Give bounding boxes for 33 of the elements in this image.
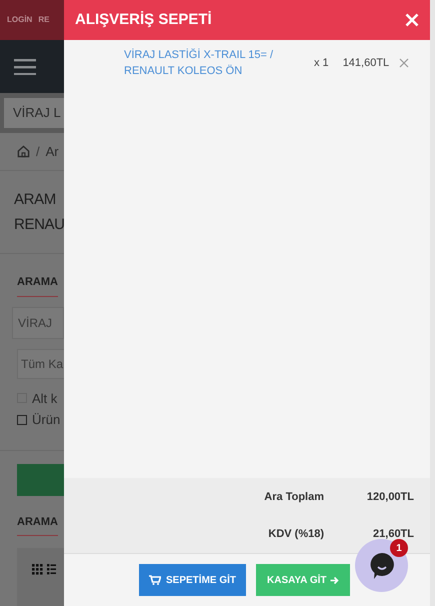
page-title: ARAM [14, 190, 56, 210]
checkbox[interactable] [17, 414, 27, 425]
close-icon[interactable] [405, 13, 419, 27]
chat-bubble-icon [368, 552, 394, 580]
drawer-title: ALIŞVERİŞ SEPETİ [75, 10, 212, 30]
total-value: 21,60TL [372, 527, 414, 542]
item-quantity: x 1 [314, 56, 329, 71]
total-value: 120,00TL [366, 490, 414, 504]
item-price: 141,60TL [342, 56, 390, 71]
grid-view-icon[interactable] [32, 564, 43, 575]
breadcrumb-separator: / [36, 142, 40, 161]
arrow-right-icon [330, 576, 340, 584]
top-link[interactable]: RE [38, 14, 50, 26]
product-link[interactable]: VİRAJ LASTİĞİ X-TRAIL 15= / RENAULT KOLEOS ÖN [124, 47, 302, 79]
search-field[interactable]: VİRAJ L [4, 98, 64, 128]
cart-icon [149, 575, 161, 585]
page-title: RENAU [14, 215, 64, 235]
list-view-icon[interactable] [47, 564, 56, 575]
total-label: Ara Toplam [263, 490, 324, 504]
go-to-cart-button[interactable]: SEPETİME GİT [139, 564, 246, 596]
checkout-button[interactable]: KASAYA GİT [256, 564, 350, 596]
checkbox-label: Alt k [32, 390, 58, 408]
top-link[interactable]: LOGİN [7, 14, 32, 26]
checkbox-label: Ürün [32, 411, 60, 429]
category-select[interactable]: Tüm Ka [17, 348, 64, 378]
remove-icon[interactable] [399, 58, 410, 68]
home-icon[interactable] [17, 145, 30, 158]
section-heading: ARAMA [17, 514, 58, 536]
breadcrumb-link[interactable]: Ar [46, 142, 59, 162]
menu-icon[interactable] [14, 58, 36, 74]
total-label: KDV (%18) [267, 527, 324, 542]
keyword-field[interactable]: VİRAJ [12, 306, 64, 338]
section-heading: ARAMA [17, 274, 58, 296]
